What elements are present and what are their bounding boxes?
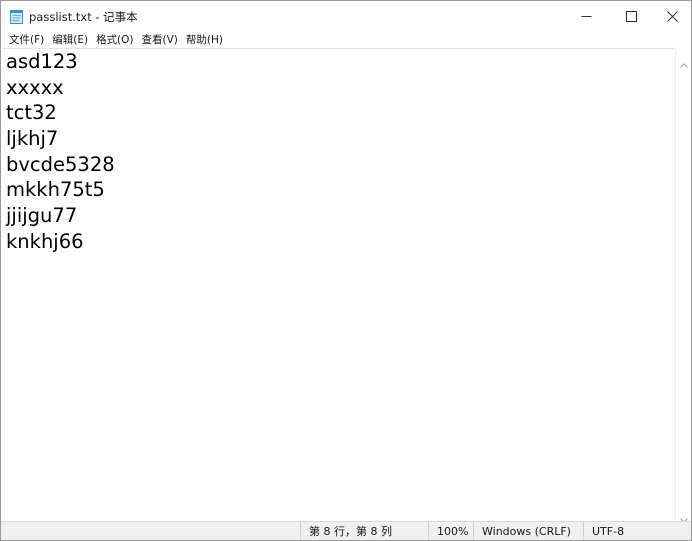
text-line: tct32	[6, 101, 57, 125]
encoding: UTF-8	[583, 522, 691, 540]
text-content: asd123 xxxxx tct32 ljkhj7 bvcde5328 mkkh…	[6, 49, 115, 255]
minimize-icon	[581, 7, 592, 26]
menu-edit[interactable]: 编辑(E)	[50, 32, 90, 47]
menu-help[interactable]: 帮助(H)	[184, 32, 225, 47]
minimize-button[interactable]	[563, 1, 609, 31]
notepad-icon	[10, 9, 23, 24]
vertical-scrollbar[interactable]	[675, 48, 691, 523]
scroll-up-arrow-icon[interactable]	[680, 53, 688, 72]
text-line: mkkh75t5	[6, 178, 105, 202]
cursor-position: 第 8 行，第 8 列	[300, 522, 428, 540]
maximize-button[interactable]	[608, 1, 654, 31]
maximize-icon	[625, 7, 637, 26]
text-line: xxxxx	[6, 75, 64, 99]
text-line: knkhj66	[6, 229, 84, 253]
close-icon	[666, 7, 678, 26]
title-bar[interactable]: passlist.txt - 记事本	[1, 1, 691, 31]
menu-file[interactable]: 文件(F)	[7, 32, 46, 47]
status-bar: 第 8 行，第 8 列 100% Windows (CRLF) UTF-8	[1, 521, 691, 540]
text-line: bvcde5328	[6, 152, 115, 176]
window-title: passlist.txt - 记事本	[29, 10, 138, 24]
menu-bar: 文件(F) 编辑(E) 格式(O) 查看(V) 帮助(H)	[1, 31, 691, 48]
notepad-window: passlist.txt - 记事本 文件(F) 编辑(E) 格式(O) 查看(…	[0, 0, 692, 541]
text-line: ljkhj7	[6, 127, 59, 151]
text-editor[interactable]: asd123 xxxxx tct32 ljkhj7 bvcde5328 mkkh…	[2, 48, 674, 521]
text-line: jjijgu77	[6, 204, 78, 228]
menu-format[interactable]: 格式(O)	[94, 32, 135, 47]
close-button[interactable]	[649, 1, 691, 31]
zoom-level: 100%	[428, 522, 473, 540]
menu-view[interactable]: 查看(V)	[140, 32, 180, 47]
text-line: asd123	[6, 50, 78, 73]
line-ending: Windows (CRLF)	[473, 522, 583, 540]
